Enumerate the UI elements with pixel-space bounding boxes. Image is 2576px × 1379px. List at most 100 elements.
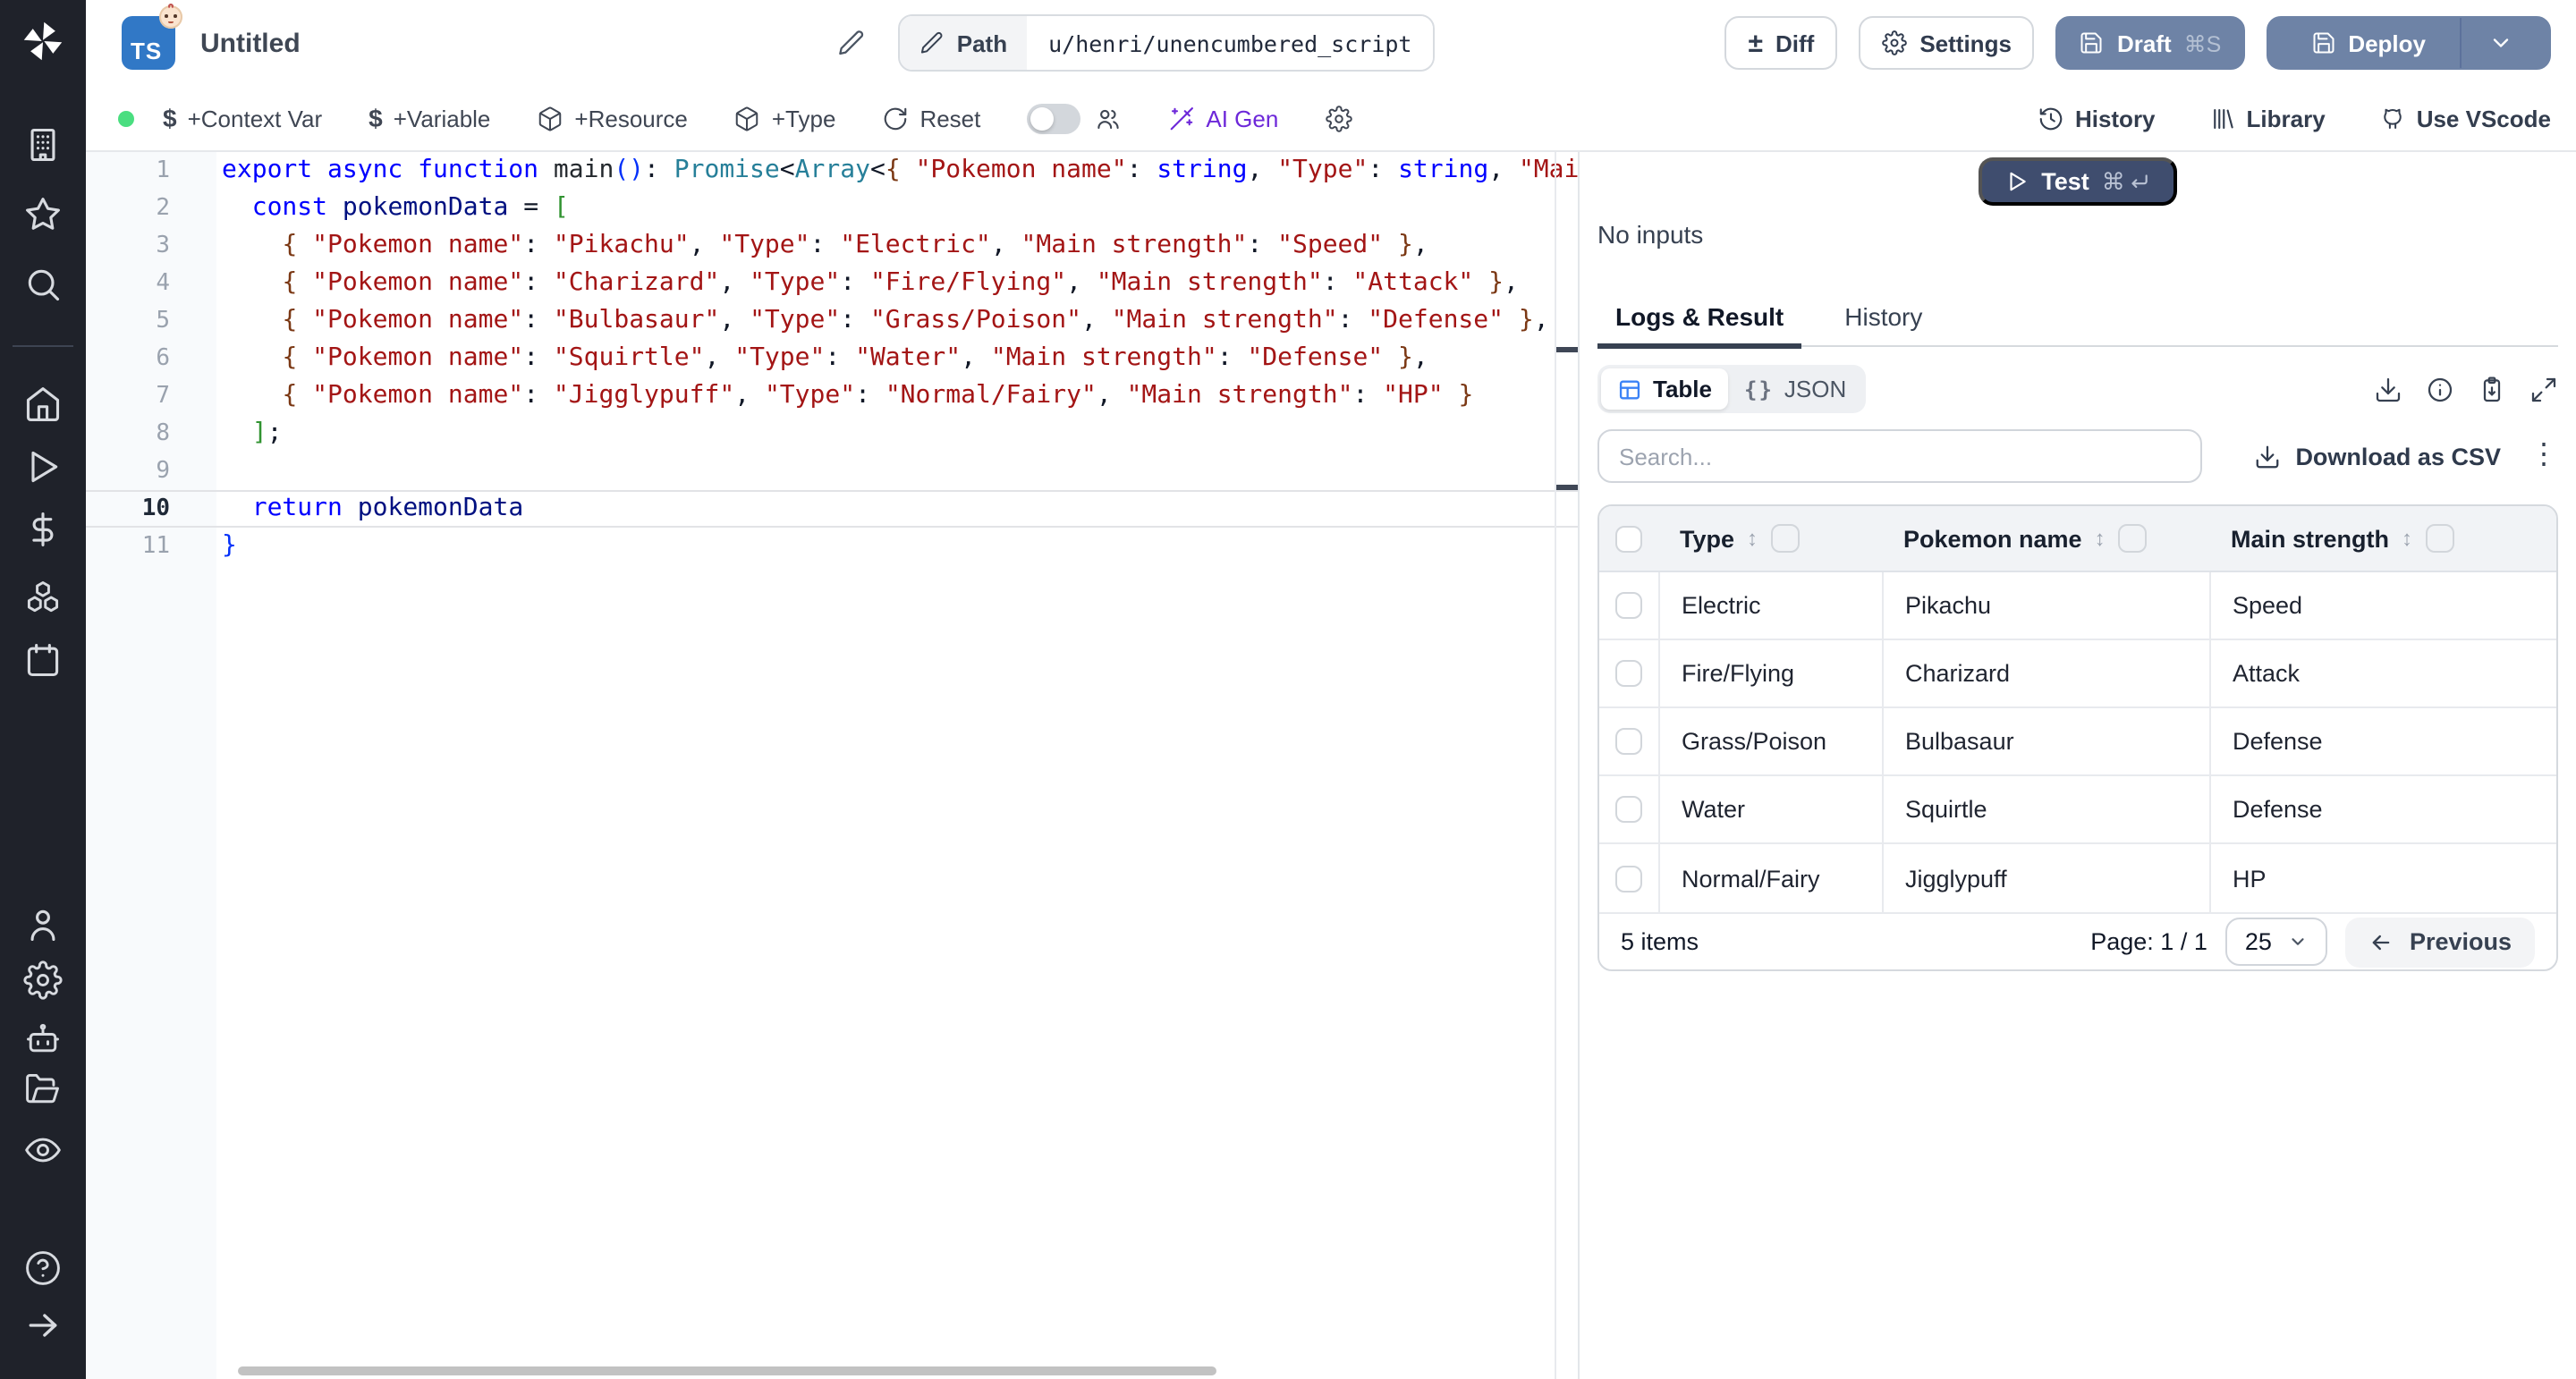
view-table-option[interactable]: Table <box>1601 368 1728 410</box>
folders-icon[interactable] <box>23 1070 63 1109</box>
page-size-select[interactable]: 25 <box>2225 918 2327 966</box>
table-cell: Grass/Poison <box>1658 708 1882 774</box>
horizontal-scrollbar[interactable] <box>238 1366 1216 1375</box>
table-cell: Jigglypuff <box>1882 844 2209 912</box>
column-header-main-strength: Main strength↕ <box>2209 524 2556 553</box>
pencil-icon <box>919 30 945 55</box>
package-icon <box>537 105 564 131</box>
path-value[interactable]: u/henri/unencumbered_script <box>1027 16 1433 70</box>
code-line-8: 8 ]; <box>86 415 1578 453</box>
code-text: { "Pokemon name": "Charizard", "Type": "… <box>222 265 1519 302</box>
test-button[interactable]: Test ⌘ <box>1979 157 2177 206</box>
workspace-building-icon[interactable] <box>23 125 63 165</box>
use-vscode-button[interactable]: Use VScode <box>2379 105 2551 131</box>
draft-button[interactable]: Draft ⌘S <box>2056 16 2244 70</box>
editor-scrollbar-lane <box>1555 152 1556 1379</box>
code-line-11: 11} <box>86 528 1578 565</box>
home-icon[interactable] <box>23 385 63 424</box>
collab-toggle[interactable] <box>1027 103 1080 133</box>
resources-boxes-icon[interactable] <box>23 578 63 617</box>
sort-icon[interactable]: ↕ <box>2402 526 2412 551</box>
settings-button[interactable]: Settings <box>1859 16 2035 70</box>
app-root: TS Untitled Path u/henri/unencumbered_sc… <box>0 0 2576 1379</box>
code-text: return pokemonData <box>222 490 523 528</box>
tab-logs-result[interactable]: Logs & Result <box>1597 302 1801 349</box>
row-checkbox[interactable] <box>1615 592 1642 619</box>
add-type-button[interactable]: +Type <box>734 105 836 131</box>
sort-icon[interactable]: ↕ <box>2095 526 2106 551</box>
download-csv-button[interactable]: Download as CSV <box>2254 443 2501 470</box>
code-line-5: 5 { "Pokemon name": "Bulbasaur", "Type":… <box>86 302 1578 340</box>
line-number: 6 <box>86 340 216 377</box>
row-checkbox[interactable] <box>1615 660 1642 687</box>
row-checkbox[interactable] <box>1615 728 1642 755</box>
line-number: 2 <box>86 190 216 227</box>
code-line-2: 2 const pokemonData = [ <box>86 190 1578 227</box>
download-result-icon[interactable] <box>2374 375 2402 403</box>
line-number: 10 <box>86 490 216 528</box>
add-resource-button[interactable]: +Resource <box>537 105 687 131</box>
wand-icon <box>1168 105 1195 131</box>
editor-settings-gear-icon[interactable] <box>1325 105 1352 131</box>
diff-button[interactable]: ± Diff <box>1725 16 1838 70</box>
column-filter-box[interactable] <box>2425 524 2453 553</box>
no-inputs-label: No inputs <box>1597 220 2558 249</box>
runs-play-icon[interactable] <box>23 447 63 486</box>
more-options-kebab-icon[interactable]: ⋮ <box>2529 442 2558 470</box>
tab-history[interactable]: History <box>1826 302 1940 345</box>
ai-gen-button[interactable]: AI Gen <box>1168 105 1278 131</box>
save-icon <box>2080 30 2105 55</box>
users-icon <box>1095 105 1122 131</box>
favorites-star-icon[interactable] <box>23 195 63 234</box>
search-icon[interactable] <box>23 265 63 304</box>
select-all-checkbox[interactable] <box>1615 525 1642 552</box>
code-editor[interactable]: 1export async function main(): Promise<A… <box>86 152 1578 1379</box>
workers-robot-icon[interactable] <box>23 1019 63 1059</box>
items-count: 5 items <box>1621 928 1699 955</box>
help-icon[interactable] <box>23 1248 63 1288</box>
deploy-dropdown-chevron[interactable] <box>2474 18 2528 68</box>
row-checkbox[interactable] <box>1615 865 1642 892</box>
sort-icon[interactable]: ↕ <box>1747 526 1758 551</box>
vscode-cat-icon <box>2379 105 2406 131</box>
search-input[interactable] <box>1597 429 2202 483</box>
return-key-icon <box>2127 170 2150 193</box>
audit-eye-icon[interactable] <box>23 1130 63 1170</box>
windmill-logo-icon[interactable] <box>20 18 66 64</box>
row-checkbox-cell <box>1599 844 1658 912</box>
library-button[interactable]: Library <box>2209 105 2326 131</box>
history-clock-icon <box>2038 105 2064 131</box>
view-json-option[interactable]: {} JSON <box>1728 368 1862 410</box>
collaborators-users-icon[interactable] <box>1095 105 1122 131</box>
expand-sidebar-arrow-icon[interactable] <box>23 1306 63 1345</box>
overview-marker <box>1556 485 1578 490</box>
edit-summary-pencil-icon[interactable] <box>837 29 866 57</box>
add-variable-button[interactable]: $ +Variable <box>369 104 490 132</box>
variables-dollar-icon[interactable] <box>23 510 63 549</box>
table-cell: Fire/Flying <box>1658 640 1882 706</box>
users-person-icon[interactable] <box>23 905 63 944</box>
schedules-calendar-icon[interactable] <box>23 640 63 680</box>
table-row: ElectricPikachuSpeed <box>1599 572 2556 640</box>
add-context-var-button[interactable]: $ +Context Var <box>163 104 322 132</box>
info-icon[interactable] <box>2426 375 2454 403</box>
braces-icon: {} <box>1744 376 1774 402</box>
reset-button[interactable]: Reset <box>882 105 980 131</box>
row-checkbox[interactable] <box>1615 796 1642 823</box>
previous-page-button[interactable]: Previous <box>2345 917 2535 967</box>
library-icon <box>2209 105 2236 131</box>
table-row: Grass/PoisonBulbasaurDefense <box>1599 708 2556 776</box>
column-filter-box[interactable] <box>1770 524 1799 553</box>
copy-clipboard-icon[interactable] <box>2478 375 2506 403</box>
table-cell: Pikachu <box>1882 572 2209 639</box>
column-filter-box[interactable] <box>2118 524 2147 553</box>
settings-gear-icon[interactable] <box>23 960 63 1000</box>
view-segmented-control: Table {} JSON <box>1597 365 1866 413</box>
history-button[interactable]: History <box>2038 105 2156 131</box>
table-cell: Normal/Fairy <box>1658 844 1882 912</box>
path-box[interactable]: Path u/henri/unencumbered_script <box>898 14 1436 72</box>
expand-fullscreen-icon[interactable] <box>2529 375 2558 403</box>
line-number: 7 <box>86 377 216 415</box>
typescript-badge: TS <box>122 16 182 70</box>
deploy-button[interactable]: Deploy <box>2266 16 2551 70</box>
